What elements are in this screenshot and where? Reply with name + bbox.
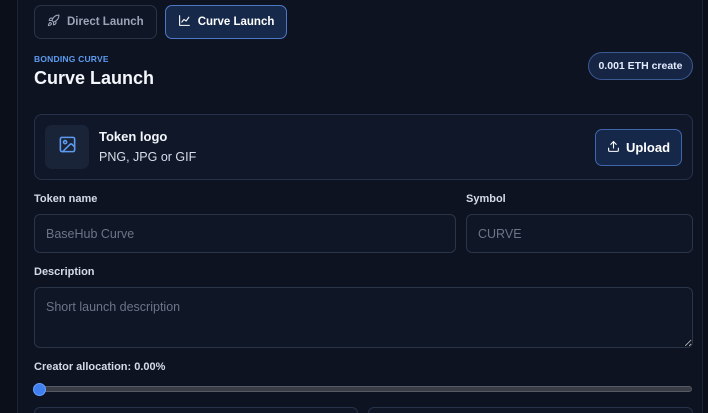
token-name-label: Token name (34, 193, 98, 205)
launch-mode-tabs: Direct Launch Curve Launch (34, 5, 288, 39)
right-panel-edge (702, 0, 708, 413)
token-logo-title: Token logo (99, 129, 168, 144)
section-overline: BONDING CURVE (34, 54, 109, 64)
bottom-field-right[interactable] (368, 407, 693, 413)
logo-placeholder (45, 125, 89, 169)
token-logo-card: Token logo PNG, JPG or GIF Upload (34, 114, 693, 180)
image-icon (58, 135, 77, 159)
creator-allocation-label: Creator allocation: 0.00% (34, 361, 166, 373)
token-name-input[interactable] (34, 214, 456, 253)
tab-curve-launch[interactable]: Curve Launch (164, 5, 288, 39)
description-label: Description (34, 266, 95, 278)
upload-icon (607, 140, 620, 156)
line-chart-icon (178, 14, 191, 30)
page-title: Curve Launch (34, 68, 155, 88)
tab-direct-launch-label: Direct Launch (67, 16, 144, 28)
symbol-label: Symbol (466, 193, 506, 205)
create-fee-badge: 0.001 ETH create (588, 52, 693, 80)
upload-button[interactable]: Upload (595, 129, 682, 166)
upload-button-label: Upload (625, 140, 671, 155)
token-logo-formats: PNG, JPG or GIF (99, 150, 197, 164)
left-panel-edge (0, 0, 18, 413)
slider-thumb[interactable] (33, 383, 46, 396)
symbol-input[interactable] (466, 214, 693, 253)
tab-curve-launch-label: Curve Launch (197, 16, 275, 28)
bottom-field-left[interactable] (34, 407, 358, 413)
rocket-icon (47, 14, 60, 30)
tab-direct-launch[interactable]: Direct Launch (34, 5, 157, 39)
description-textarea[interactable] (34, 287, 693, 348)
creator-allocation-slider[interactable] (33, 383, 692, 396)
